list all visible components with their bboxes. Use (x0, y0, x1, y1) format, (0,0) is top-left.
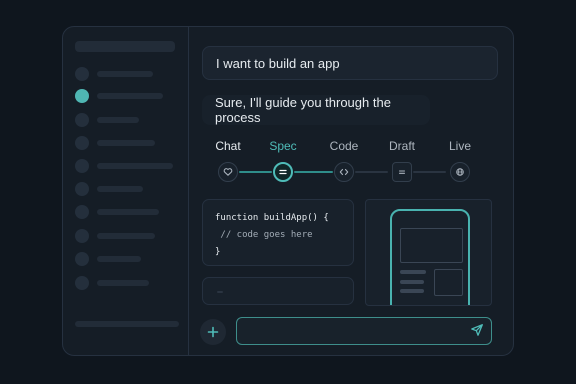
phone-mockup (390, 209, 470, 305)
sidebar-item[interactable] (75, 276, 185, 290)
sidebar-item-label-placeholder (97, 71, 153, 77)
sidebar (63, 27, 189, 355)
stepper-connector (355, 171, 388, 173)
code-line: } (215, 247, 221, 257)
sidebar-item[interactable] (75, 252, 185, 266)
avatar (75, 136, 89, 150)
step-spec[interactable]: Spec (253, 137, 313, 182)
code-comment: // code goes here (215, 230, 313, 240)
step-live[interactable]: Live (430, 137, 490, 182)
user-message-text: I want to build an app (216, 55, 340, 71)
step-label: Chat (215, 139, 241, 153)
step-label: Code (329, 139, 359, 153)
avatar (75, 276, 89, 290)
stepper-connector-complete (294, 171, 333, 173)
progress-stepper: Chat Spec Code Draft Live (203, 137, 483, 187)
code-icon (334, 162, 354, 182)
heart-icon (218, 162, 238, 182)
sidebar-item-label-placeholder (97, 256, 141, 262)
avatar (75, 229, 89, 243)
step-label: Live (448, 139, 471, 153)
app-preview-panel (365, 199, 492, 306)
send-icon[interactable] (470, 323, 484, 337)
sidebar-item[interactable] (75, 136, 185, 150)
step-code[interactable]: Code (314, 137, 374, 182)
avatar (75, 205, 89, 219)
sidebar-item-label-placeholder (97, 117, 139, 123)
step-label: Spec (269, 139, 297, 153)
draft-icon (392, 162, 412, 182)
sidebar-item[interactable] (75, 67, 185, 81)
sidebar-item[interactable] (75, 159, 185, 173)
avatar (75, 182, 89, 196)
sidebar-header-placeholder (75, 41, 175, 52)
sidebar-item-active[interactable] (75, 89, 185, 103)
plus-icon (207, 326, 219, 338)
sidebar-item[interactable] (75, 182, 185, 196)
user-message: I want to build an app (202, 46, 498, 80)
sidebar-item-label-placeholder (97, 163, 173, 169)
preview-hero-placeholder (400, 228, 463, 263)
code-line: function buildApp() { (215, 213, 329, 223)
add-button[interactable] (200, 319, 226, 345)
avatar (75, 252, 89, 266)
sidebar-item[interactable] (75, 113, 185, 127)
preview-text-placeholder (400, 280, 424, 284)
sidebar-item-label-placeholder (97, 280, 149, 286)
preview-text-placeholder (400, 289, 424, 293)
step-chat[interactable]: Chat (198, 137, 258, 182)
sidebar-item-label-placeholder (97, 140, 155, 146)
step-label: Draft (388, 139, 415, 153)
sidebar-item-label-placeholder (97, 209, 159, 215)
avatar (75, 159, 89, 173)
assistant-message: Sure, I'll guide you through the process (202, 95, 430, 125)
avatar (75, 89, 89, 103)
avatar (75, 113, 89, 127)
assistant-message-text: Sure, I'll guide you through the process (215, 95, 391, 125)
sidebar-footer-placeholder (75, 321, 179, 327)
sidebar-item[interactable] (75, 229, 185, 243)
code-editor[interactable]: function buildApp() { // code goes here} (202, 199, 354, 266)
avatar (75, 67, 89, 81)
stepper-connector-complete (239, 171, 272, 173)
cursor-placeholder (217, 291, 223, 293)
app-window: I want to build an app Sure, I'll guide … (62, 26, 514, 356)
equals-icon (273, 162, 293, 182)
sidebar-item[interactable] (75, 205, 185, 219)
preview-text-placeholder (400, 270, 426, 274)
step-draft[interactable]: Draft (372, 137, 432, 182)
message-input[interactable] (236, 317, 492, 345)
sidebar-item-label-placeholder (97, 186, 143, 192)
sidebar-item-label-placeholder (97, 233, 155, 239)
sidebar-item-label-placeholder (97, 93, 163, 99)
globe-icon (450, 162, 470, 182)
code-input-panel[interactable] (202, 277, 354, 305)
stepper-connector (413, 171, 446, 173)
preview-image-placeholder (434, 269, 463, 296)
